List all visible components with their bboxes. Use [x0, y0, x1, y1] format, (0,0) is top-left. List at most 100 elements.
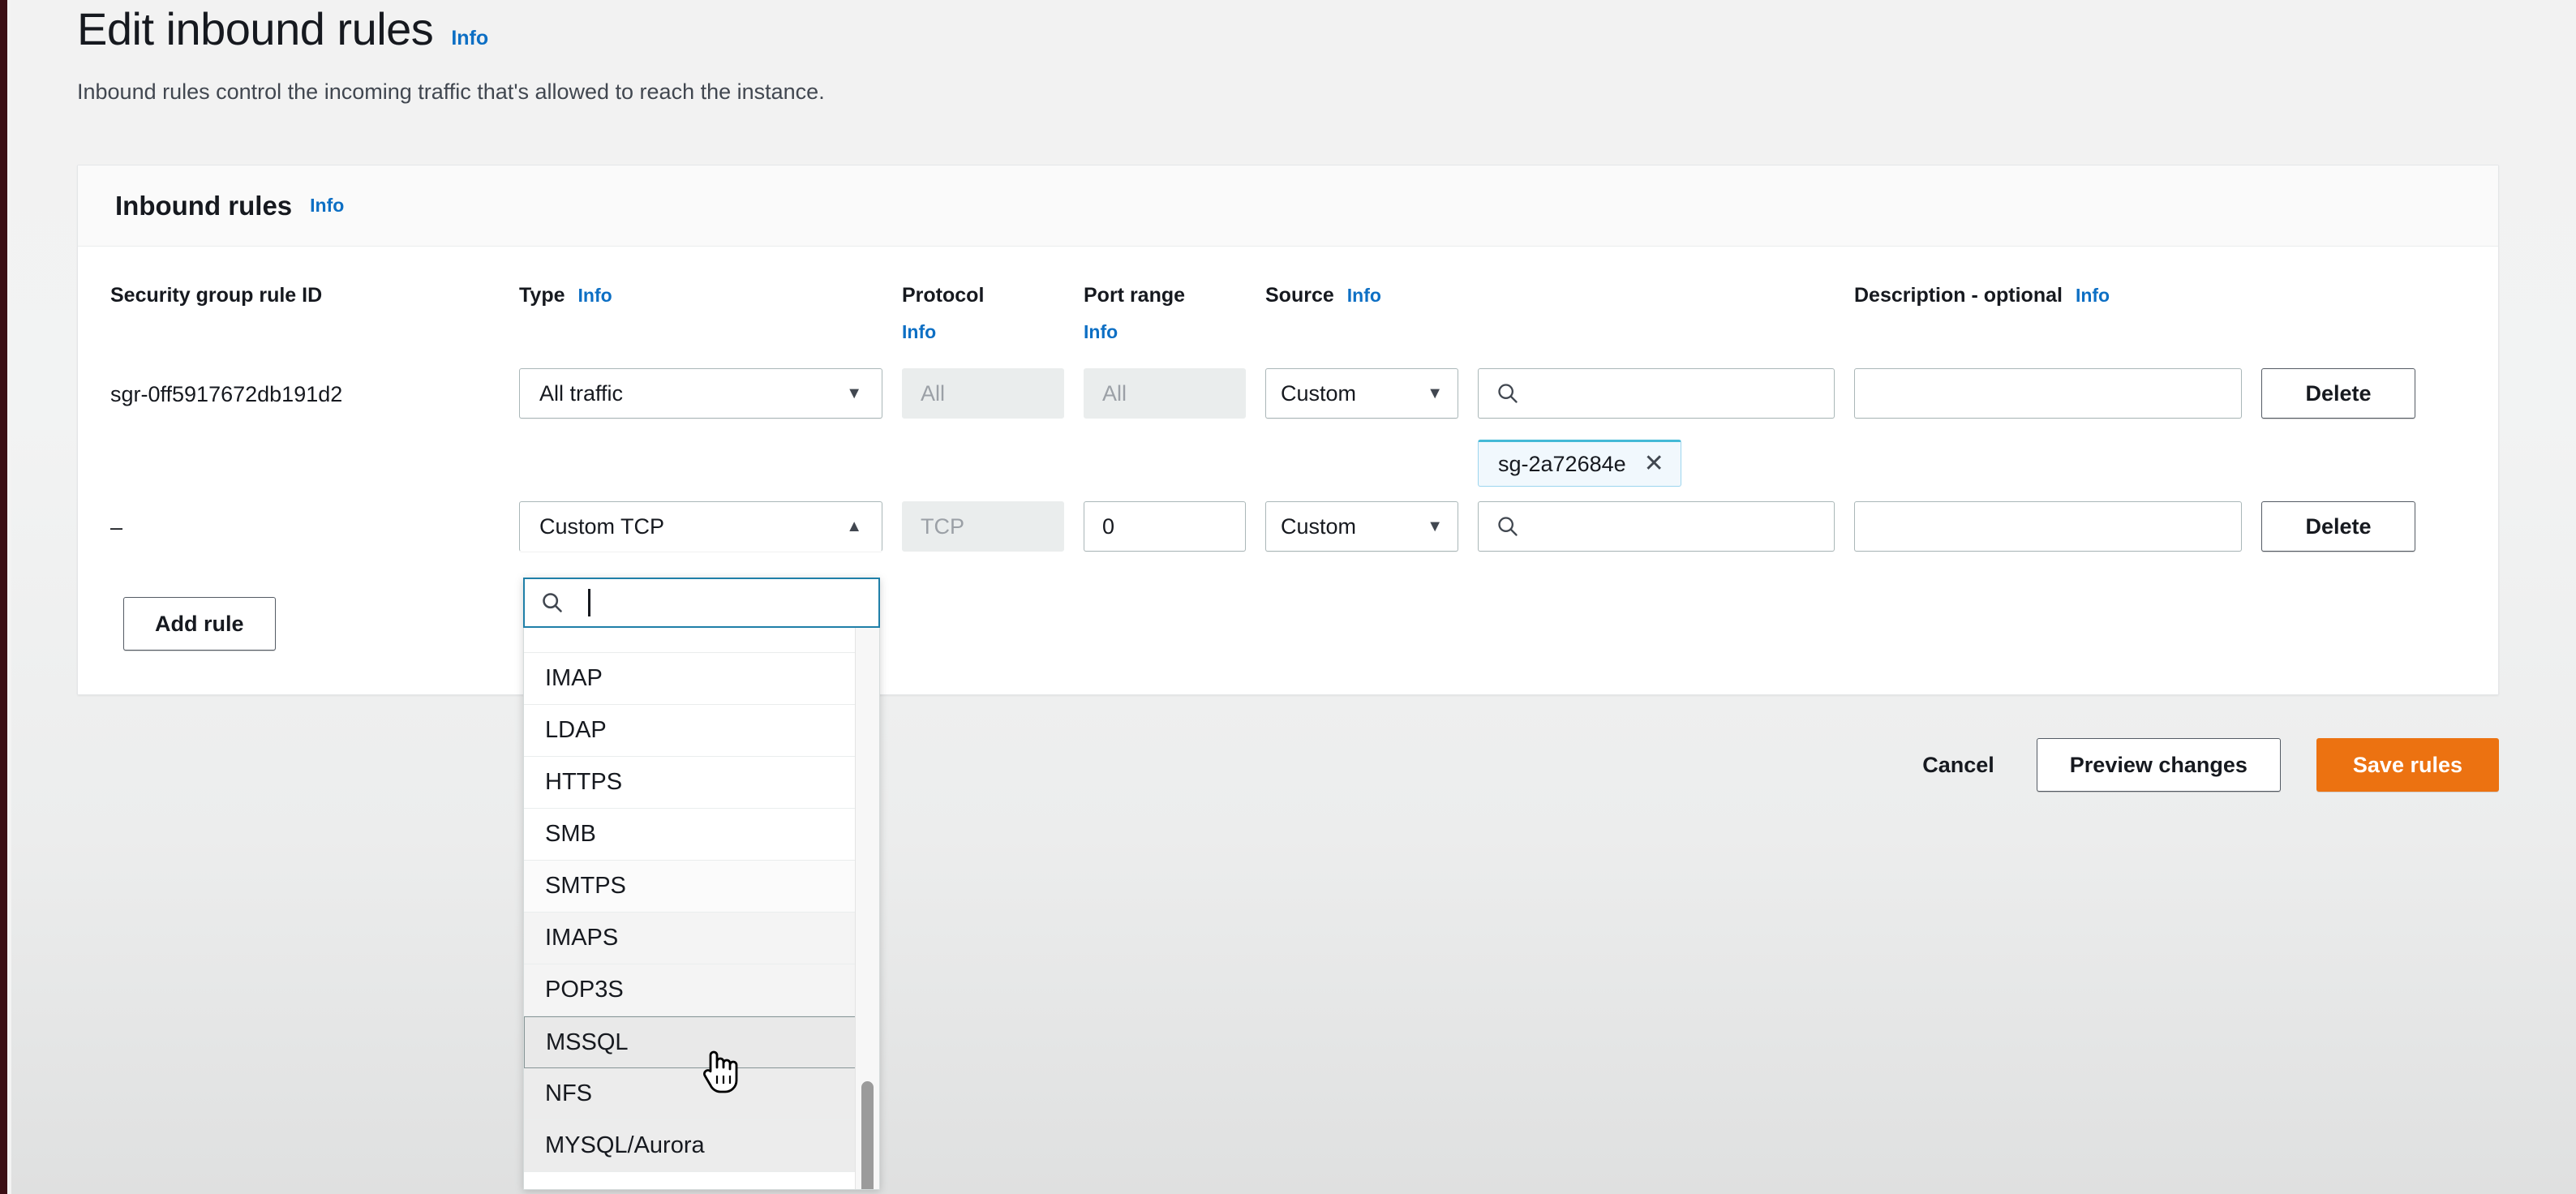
column-header-port-range: Port range Info — [1084, 247, 1246, 354]
protocol-field-row-2: TCP — [902, 501, 1064, 552]
port-range-value-row-1: All — [1102, 380, 1127, 406]
list-item[interactable]: IMAP — [524, 653, 879, 705]
source-type-value-row-2: Custom — [1281, 513, 1357, 539]
column-header-description-label: Description - optional — [1854, 284, 2063, 307]
card-title: Inbound rules — [115, 190, 293, 221]
list-item[interactable]: MYSQL/Aurora — [524, 1120, 879, 1172]
close-icon[interactable]: ✕ — [1644, 452, 1664, 476]
page-title-info-link[interactable]: Info — [451, 27, 488, 50]
dropdown-scrollbar-thumb[interactable] — [861, 1081, 874, 1189]
browser-edge-strip — [0, 0, 7, 1194]
type-select-control-row-2[interactable]: Custom TCP ▲ — [519, 501, 882, 552]
description-input-row-1[interactable] — [1854, 368, 2242, 419]
type-option-label: POP3S — [545, 977, 624, 1003]
inbound-rules-card: Inbound rules Info Security group rule I… — [77, 165, 2499, 695]
type-dropdown-search-input[interactable] — [523, 578, 880, 628]
delete-button-row-2[interactable]: Delete — [2261, 501, 2415, 552]
source-value-cell-row-2 — [1478, 501, 1835, 552]
card-title-info-link[interactable]: Info — [310, 195, 344, 217]
text-cursor-caret — [588, 589, 590, 616]
list-item[interactable]: NFS — [524, 1068, 879, 1120]
source-type-value-row-1: Custom — [1281, 380, 1357, 406]
search-icon — [1498, 517, 1518, 536]
source-search-input-row-1[interactable] — [1478, 368, 1835, 419]
delete-button-row-1[interactable]: Delete — [2261, 368, 2415, 419]
footer-actions: Cancel Preview changes Save rules — [1916, 738, 2499, 792]
row-2-actions: Delete — [2261, 501, 2466, 552]
type-option-label: MSSQL — [546, 1029, 629, 1055]
dropdown-scrollbar-track[interactable] — [855, 627, 879, 1189]
list-item[interactable]: HTTPS — [524, 757, 879, 809]
list-item[interactable]: SMTPS — [524, 861, 879, 913]
column-header-protocol-label: Protocol — [902, 284, 985, 307]
type-select-control-row-1[interactable]: All traffic ▼ — [519, 368, 882, 419]
chevron-up-icon: ▲ — [846, 518, 862, 535]
card-body: Security group rule ID Type Info Protoco… — [78, 247, 2498, 694]
type-option-label: SMB — [545, 821, 596, 847]
source-token-chip-row-1[interactable]: sg-2a72684e ✕ — [1478, 440, 1681, 487]
list-item[interactable]: POP3S — [524, 964, 879, 1016]
column-header-source-info-link[interactable]: Info — [1347, 281, 1381, 310]
type-select-row-2[interactable]: Custom TCP ▲ — [519, 501, 882, 552]
page-subtitle: Inbound rules control the incoming traff… — [77, 79, 825, 105]
source-token-label-row-1: sg-2a72684e — [1498, 451, 1626, 476]
column-header-rule-id-label: Security group rule ID — [110, 284, 323, 307]
column-header-actions — [2261, 247, 2466, 289]
type-option-label: NFS — [545, 1080, 592, 1106]
column-header-port-range-info-link[interactable]: Info — [1084, 318, 1246, 346]
column-header-rule-id: Security group rule ID — [110, 247, 500, 320]
list-item[interactable]: LDAP — [524, 705, 879, 757]
page-title-row: Edit inbound rules Info — [77, 0, 825, 56]
rules-column-headers: Security group rule ID Type Info Protoco… — [110, 247, 2466, 354]
port-range-field-row-1: All — [1084, 368, 1246, 419]
type-select-value-row-2: Custom TCP — [539, 513, 665, 539]
port-range-value-row-2: 0 — [1102, 513, 1115, 539]
type-option-label: IMAP — [545, 665, 603, 691]
port-range-input-row-2[interactable]: 0 — [1084, 501, 1246, 552]
search-icon — [543, 593, 562, 612]
preview-changes-button[interactable]: Preview changes — [2036, 738, 2281, 792]
column-header-type-info-link[interactable]: Info — [578, 281, 612, 310]
chevron-down-icon: ▼ — [846, 384, 862, 402]
column-header-port-range-label: Port range — [1084, 284, 1186, 307]
type-dropdown-panel: POP3 IMAP LDAP HTTPS SMB SMTPS IMAPS POP… — [523, 578, 880, 1190]
description-input-row-2[interactable] — [1854, 501, 2242, 552]
protocol-value-row-2: TCP — [921, 513, 964, 539]
chevron-down-icon: ▼ — [1427, 384, 1443, 402]
column-header-protocol-info-link[interactable]: Info — [902, 318, 1064, 346]
browser-edge-inner — [7, 0, 11, 1194]
source-type-select-row-1[interactable]: Custom ▼ — [1265, 368, 1458, 419]
type-option-label: SMTPS — [545, 873, 626, 899]
source-type-select-row-2[interactable]: Custom ▼ — [1265, 501, 1458, 552]
column-header-description: Description - optional Info — [1854, 247, 2242, 320]
table-row: – Custom TCP ▲ TCP 0 Custom ▼ Delete — [110, 487, 2466, 565]
list-item[interactable]: IMAPS — [524, 913, 879, 964]
type-option-label: IMAPS — [545, 925, 619, 951]
rule-id-value: – — [110, 515, 124, 539]
save-rules-button[interactable]: Save rules — [2316, 738, 2499, 792]
list-item-mssql[interactable]: MSSQL — [524, 1016, 879, 1068]
column-header-description-info-link[interactable]: Info — [2076, 281, 2110, 310]
column-header-type-label: Type — [519, 284, 565, 307]
type-option-label: LDAP — [545, 717, 607, 743]
add-rule-button[interactable]: Add rule — [123, 597, 276, 651]
type-select-value-row-1: All traffic — [539, 380, 624, 406]
column-header-protocol: Protocol Info — [902, 247, 1064, 354]
list-item[interactable]: SMB — [524, 809, 879, 861]
search-icon — [1498, 384, 1518, 403]
protocol-value-row-1: All — [921, 380, 946, 406]
list-item[interactable]: POP3 — [524, 627, 879, 653]
chevron-down-icon: ▼ — [1427, 518, 1443, 535]
source-search-input-row-2[interactable] — [1478, 501, 1835, 552]
rule-id-value: sgr-0ff5917672db191d2 — [110, 382, 343, 406]
column-header-source-value — [1478, 247, 1835, 289]
column-header-source: Source Info — [1265, 247, 1458, 320]
type-dropdown-list[interactable]: POP3 IMAP LDAP HTTPS SMB SMTPS IMAPS POP… — [523, 627, 880, 1190]
page-header: Edit inbound rules Info Inbound rules co… — [77, 0, 825, 108]
source-value-cell-row-1: sg-2a72684e ✕ — [1478, 368, 1835, 487]
cancel-button[interactable]: Cancel — [1916, 753, 2001, 778]
add-rule-wrapper: Add rule — [110, 565, 2466, 694]
type-option-label: MYSQL/Aurora — [545, 1132, 705, 1158]
type-select-row-1[interactable]: All traffic ▼ — [519, 368, 882, 419]
card-header: Inbound rules Info — [78, 165, 2498, 247]
